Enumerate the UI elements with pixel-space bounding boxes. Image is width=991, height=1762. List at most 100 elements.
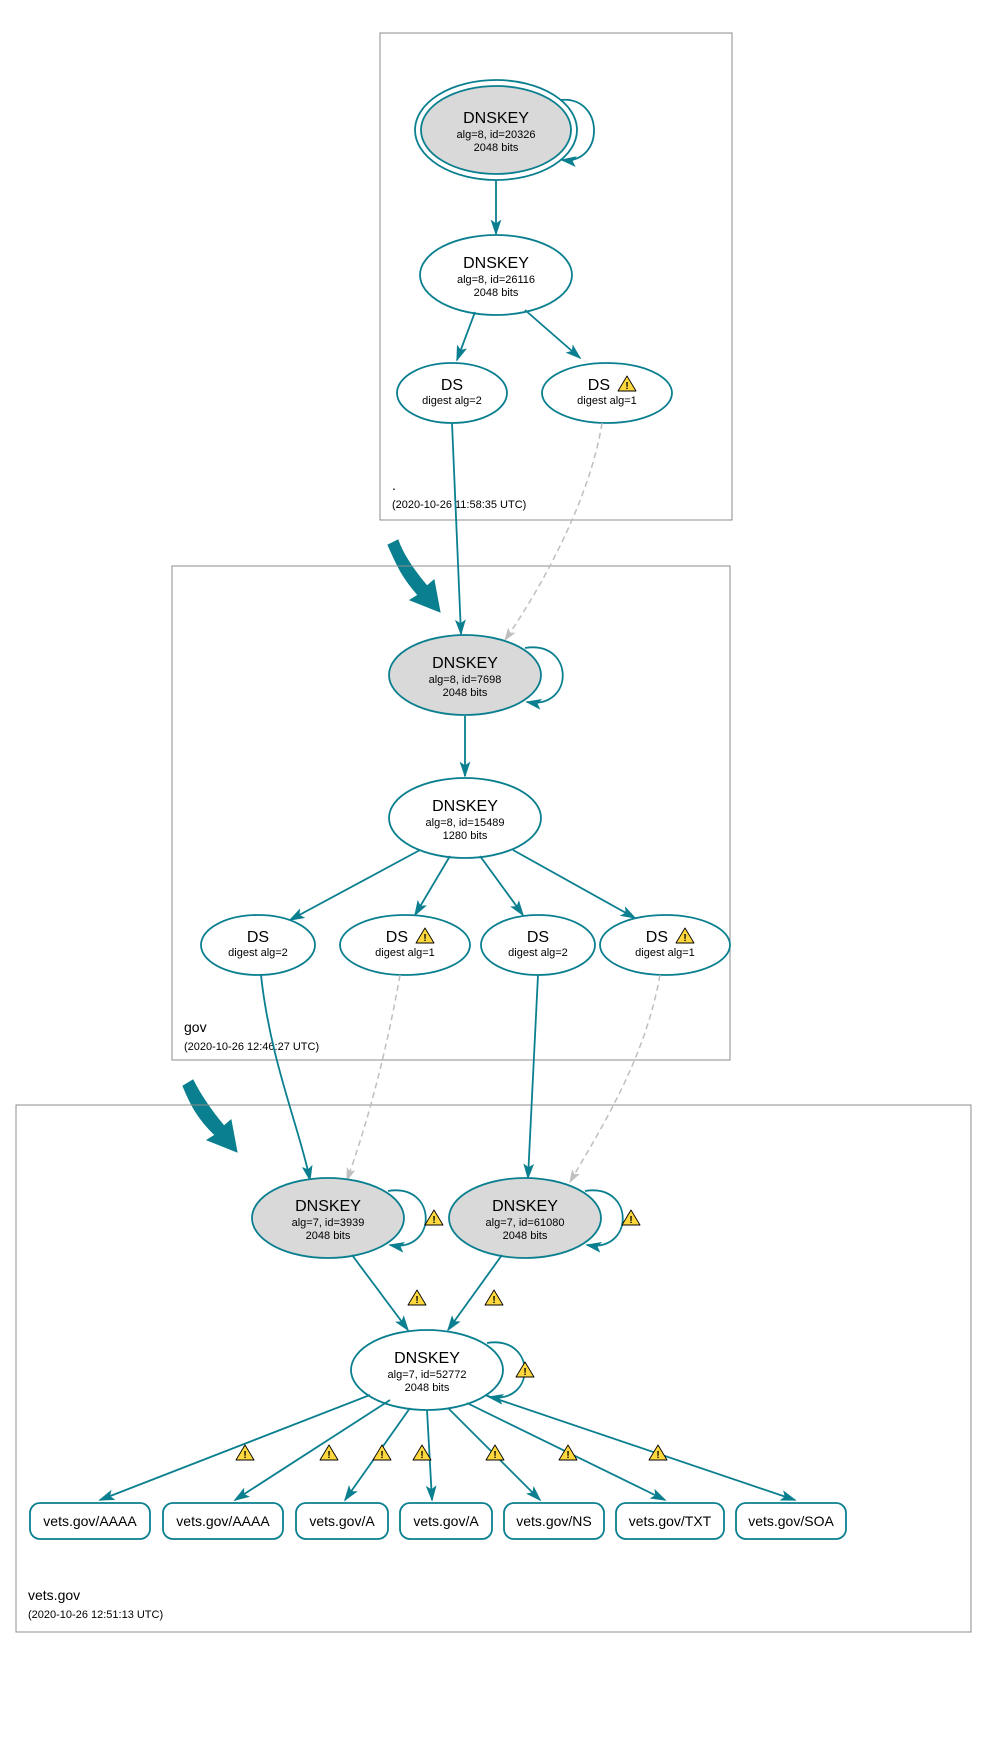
svg-text:digest alg=1: digest alg=1 [635, 947, 695, 959]
warning-icon: ! [425, 1210, 443, 1226]
edge-govds3-vetsksk2 [528, 975, 538, 1178]
svg-text:vets.gov/AAAA: vets.gov/AAAA [176, 1513, 270, 1529]
node-vets-ksk2: DNSKEY alg=7, id=61080 2048 bits [449, 1178, 601, 1258]
edge-vetsksk1-zsk [352, 1255, 408, 1330]
node-rr2: vets.gov/AAAA [163, 1503, 283, 1539]
svg-text:!: ! [523, 1367, 526, 1378]
svg-text:DNSKEY: DNSKEY [394, 1350, 460, 1367]
node-rr6: vets.gov/TXT [616, 1503, 724, 1539]
warning-icon: ! [320, 1445, 338, 1461]
svg-text:alg=8, id=26116: alg=8, id=26116 [457, 274, 535, 286]
node-root-ksk: DNSKEY alg=8, id=20326 2048 bits [415, 80, 577, 180]
edge-govzsk-ds1 [290, 850, 420, 920]
svg-text:!: ! [432, 1215, 435, 1226]
svg-text:DNSKEY: DNSKEY [492, 1198, 558, 1215]
edge-govzsk-ds2 [415, 856, 450, 915]
edge-govds1-vetsksk1 [261, 975, 310, 1180]
zone-gov-name: gov [184, 1019, 207, 1035]
svg-text:alg=8, id=15489: alg=8, id=15489 [426, 817, 505, 829]
svg-text:digest alg=2: digest alg=2 [422, 395, 482, 407]
edge-govds4-vetsksk2 [570, 975, 660, 1182]
svg-text:alg=8, id=7698: alg=8, id=7698 [429, 674, 502, 686]
node-rr7: vets.gov/SOA [736, 1503, 846, 1539]
edge-rootds2-govksk [505, 423, 602, 640]
svg-text:alg=7, id=3939: alg=7, id=3939 [292, 1217, 365, 1229]
node-gov-ds1: DS digest alg=2 [201, 915, 315, 975]
warning-icon: ! [373, 1445, 391, 1461]
edge-rootzsk-ds1 [457, 312, 475, 360]
node-root-zsk: DNSKEY alg=8, id=26116 2048 bits [420, 235, 572, 315]
node-rr1: vets.gov/AAAA [30, 1503, 150, 1539]
svg-text:!: ! [629, 1215, 632, 1226]
warning-icon: ! [486, 1445, 504, 1461]
svg-text:!: ! [243, 1450, 246, 1461]
svg-text:2048 bits: 2048 bits [474, 287, 519, 299]
svg-text:!: ! [492, 1295, 495, 1306]
svg-text:DNSKEY: DNSKEY [295, 1198, 361, 1215]
warning-icon: ! [236, 1445, 254, 1461]
svg-text:2048 bits: 2048 bits [503, 1230, 548, 1242]
edge-zsk-rr7 [485, 1395, 795, 1500]
node-rr5: vets.gov/NS [504, 1503, 604, 1539]
svg-text:DS: DS [441, 377, 463, 394]
svg-text:DS: DS [527, 929, 549, 946]
svg-text:!: ! [683, 933, 686, 944]
zone-root-name: . [392, 477, 396, 493]
svg-text:vets.gov/A: vets.gov/A [309, 1513, 375, 1529]
node-gov-zsk: DNSKEY alg=8, id=15489 1280 bits [389, 778, 541, 858]
node-gov-ds4: DS digest alg=1 [600, 915, 730, 975]
zone-root-ts: (2020-10-26 11:58:35 UTC) [392, 499, 526, 511]
svg-text:!: ! [566, 1450, 569, 1461]
svg-text:!: ! [625, 381, 628, 392]
svg-text:2048 bits: 2048 bits [443, 687, 488, 699]
svg-text:alg=8, id=20326: alg=8, id=20326 [457, 129, 536, 141]
svg-text:vets.gov/TXT: vets.gov/TXT [629, 1513, 712, 1529]
edge-govzsk-ds4 [513, 850, 635, 918]
zone-vets-ts: (2020-10-26 12:51:13 UTC) [28, 1609, 163, 1621]
svg-text:DS: DS [247, 929, 269, 946]
node-gov-ds3: DS digest alg=2 [481, 915, 595, 975]
edge-rootzsk-ds2 [525, 310, 580, 358]
svg-text:digest alg=2: digest alg=2 [508, 947, 568, 959]
svg-text:vets.gov/A: vets.gov/A [413, 1513, 479, 1529]
svg-text:alg=7, id=61080: alg=7, id=61080 [486, 1217, 565, 1229]
zone-gov-ts: (2020-10-26 12:46:27 UTC) [184, 1041, 319, 1053]
node-gov-ksk: DNSKEY alg=8, id=7698 2048 bits [389, 635, 541, 715]
svg-text:DS: DS [386, 929, 408, 946]
warning-icon: ! [516, 1362, 534, 1378]
svg-text:digest alg=2: digest alg=2 [228, 947, 288, 959]
svg-text:!: ! [493, 1450, 496, 1461]
node-root-ds2: DS digest alg=1 [542, 363, 672, 423]
svg-text:vets.gov/AAAA: vets.gov/AAAA [43, 1513, 137, 1529]
svg-text:DNSKEY: DNSKEY [432, 655, 498, 672]
node-vets-ksk1: DNSKEY alg=7, id=3939 2048 bits [252, 1178, 404, 1258]
svg-text:2048 bits: 2048 bits [405, 1382, 450, 1394]
zone-vets-name: vets.gov [28, 1587, 80, 1603]
warning-icon: ! [622, 1210, 640, 1226]
edge-govzsk-ds3 [480, 856, 523, 915]
svg-text:!: ! [420, 1450, 423, 1461]
svg-text:!: ! [380, 1450, 383, 1461]
svg-text:1280 bits: 1280 bits [443, 830, 488, 842]
node-gov-ds2: DS digest alg=1 [340, 915, 470, 975]
warning-icon: ! [408, 1290, 426, 1306]
svg-text:digest alg=1: digest alg=1 [375, 947, 435, 959]
svg-text:DNSKEY: DNSKEY [463, 110, 529, 127]
svg-text:digest alg=1: digest alg=1 [577, 395, 637, 407]
svg-text:DS: DS [646, 929, 668, 946]
dnssec-diagram: . (2020-10-26 11:58:35 UTC) DNSKEY alg=8… [0, 0, 991, 1762]
svg-text:alg=7, id=52772: alg=7, id=52772 [388, 1369, 467, 1381]
svg-text:DS: DS [588, 377, 610, 394]
node-rr3: vets.gov/A [296, 1503, 388, 1539]
node-rr4: vets.gov/A [400, 1503, 492, 1539]
edge-zsk-rr2 [235, 1400, 390, 1500]
warning-icon: ! [559, 1445, 577, 1461]
svg-text:vets.gov/SOA: vets.gov/SOA [748, 1513, 834, 1529]
svg-text:2048 bits: 2048 bits [474, 142, 519, 154]
zone-arrow-gov-vets [183, 1080, 237, 1152]
zone-arrow-root-gov [388, 540, 440, 612]
warning-icon: ! [485, 1290, 503, 1306]
svg-text:DNSKEY: DNSKEY [463, 255, 529, 272]
svg-text:!: ! [423, 933, 426, 944]
edge-govds2-vetsksk1 [347, 975, 400, 1180]
